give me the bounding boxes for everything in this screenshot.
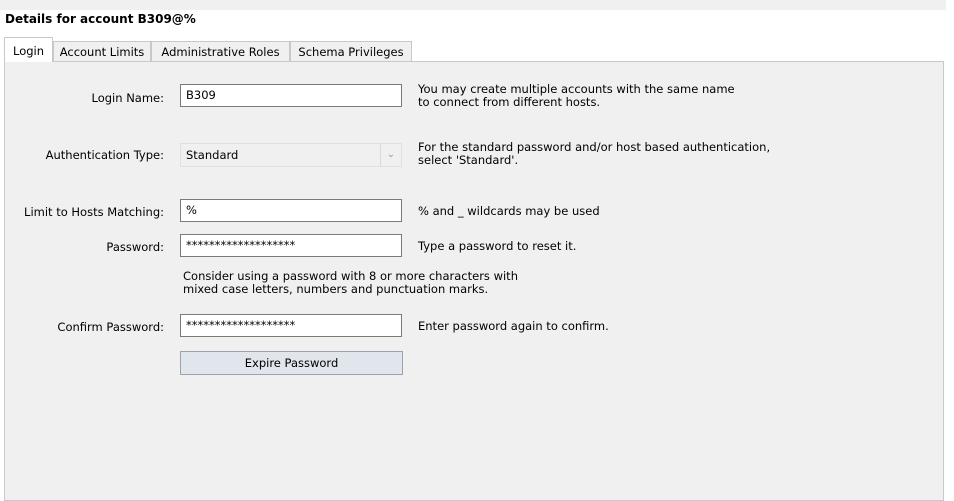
password-help: Type a password to reset it.	[418, 239, 577, 253]
password-label: Password:	[106, 240, 164, 254]
login-name-label: Login Name:	[91, 91, 164, 105]
expire-password-button[interactable]: Expire Password	[180, 351, 403, 375]
tab-administrative-roles[interactable]: Administrative Roles	[151, 41, 290, 61]
tab-schema-privileges[interactable]: Schema Privileges	[290, 41, 412, 61]
hosts-label: Limit to Hosts Matching:	[24, 205, 164, 219]
confirm-password-input[interactable]: *******************	[180, 314, 402, 337]
login-name-input[interactable]: B309	[180, 84, 402, 107]
hosts-help: % and _ wildcards may be used	[418, 204, 600, 218]
confirm-password-help: Enter password again to confirm.	[418, 319, 609, 333]
password-input[interactable]: *******************	[180, 234, 402, 257]
auth-type-select[interactable]: Standard ⌄	[180, 143, 402, 167]
chevron-down-icon[interactable]: ⌄	[380, 144, 401, 166]
auth-type-value: Standard	[186, 148, 239, 162]
login-name-help: You may create multiple accounts with th…	[418, 83, 735, 109]
tab-account-limits[interactable]: Account Limits	[53, 41, 151, 61]
confirm-password-label: Confirm Password:	[57, 320, 164, 334]
top-strip	[0, 0, 946, 10]
right-strip	[946, 0, 954, 493]
tab-login[interactable]: Login	[4, 37, 53, 62]
password-advice-line2: mixed case letters, numbers and punctuat…	[183, 282, 489, 296]
auth-type-help: For the standard password and/or host ba…	[418, 141, 770, 167]
auth-type-label: Authentication Type:	[45, 148, 164, 162]
auth-type-help-line2: select 'Standard'.	[418, 153, 519, 167]
password-advice: Consider using a password with 8 or more…	[183, 270, 518, 296]
login-name-help-line2: to connect from different hosts.	[418, 95, 601, 109]
hosts-input[interactable]: %	[180, 199, 402, 222]
account-details-title: Details for account B309@%	[5, 12, 196, 26]
